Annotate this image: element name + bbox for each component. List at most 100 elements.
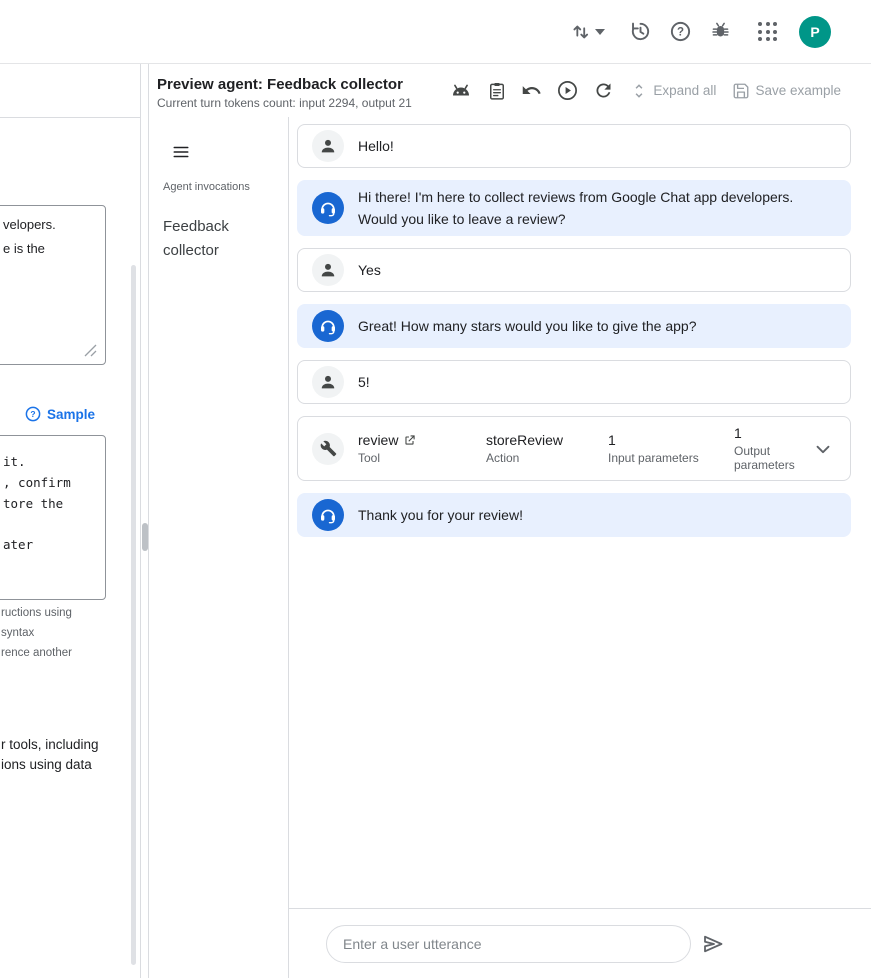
save-example-label: Save example bbox=[755, 83, 841, 98]
sample-link[interactable]: ? Sample bbox=[25, 406, 95, 422]
global-topbar: ? P bbox=[0, 0, 871, 64]
tool-avatar bbox=[312, 433, 344, 465]
message-text: 5! bbox=[358, 371, 370, 393]
agent-avatar bbox=[312, 310, 344, 342]
person-icon bbox=[318, 136, 338, 156]
history-icon bbox=[629, 20, 652, 43]
token-count-text: Current turn tokens count: input 2294, o… bbox=[157, 96, 412, 110]
sample-link-label: Sample bbox=[47, 407, 95, 422]
agent-settings-panel: velopers. e is the ? Sample it. , confir… bbox=[0, 64, 140, 978]
unfold-more-icon bbox=[630, 82, 648, 100]
headset-icon bbox=[318, 505, 338, 525]
user-message: Hello! bbox=[297, 124, 851, 168]
expand-all-button[interactable]: Expand all bbox=[630, 82, 716, 100]
tool-action-name: storeReview bbox=[486, 432, 594, 448]
expand-all-label: Expand all bbox=[653, 83, 716, 98]
preview-body: Agent invocations Feedback collector bbox=[149, 117, 871, 978]
help-icon: ? bbox=[669, 20, 692, 43]
panel-resize-handle[interactable] bbox=[142, 523, 148, 551]
user-avatar bbox=[312, 366, 344, 398]
agent-bot-button[interactable] bbox=[449, 79, 473, 103]
instructions-hint-fragment: syntax bbox=[1, 627, 34, 639]
goal-text-fragment: velopers. bbox=[3, 217, 56, 232]
undo-icon bbox=[521, 80, 542, 101]
message-text: Great! How many stars would you like to … bbox=[358, 315, 697, 337]
expand-tool-button[interactable] bbox=[812, 438, 834, 460]
goal-text-fragment: e is the bbox=[3, 241, 45, 256]
chevron-down-icon bbox=[812, 438, 834, 460]
message-text: Thank you for your review! bbox=[358, 504, 523, 526]
tool-action-column: storeReview Action bbox=[486, 432, 594, 465]
preview-toolbar: Expand all Save example bbox=[435, 79, 871, 103]
sidebar-item-feedback-collector[interactable]: Feedback collector bbox=[163, 215, 267, 263]
chat-column: Hello! bbox=[289, 117, 871, 978]
menu-button[interactable] bbox=[171, 143, 191, 161]
tool-name[interactable]: review bbox=[358, 432, 398, 448]
undo-button[interactable] bbox=[521, 80, 542, 101]
instructions-fragment: , confirm bbox=[3, 475, 71, 490]
message-text: Hello! bbox=[358, 135, 394, 157]
instructions-hint-fragment: rence another bbox=[1, 647, 72, 659]
agent-message: Thank you for your review! bbox=[297, 493, 851, 537]
invocations-sidebar: Agent invocations Feedback collector bbox=[149, 117, 289, 978]
preview-header: Preview agent: Feedback collector Curren… bbox=[149, 64, 871, 117]
tools-paragraph-fragment: ions using data bbox=[1, 757, 92, 772]
tool-input-count: 1 bbox=[608, 432, 720, 448]
sort-arrows-icon bbox=[570, 21, 592, 43]
tool-icon bbox=[320, 440, 337, 457]
user-avatar bbox=[312, 254, 344, 286]
agent-avatar bbox=[312, 499, 344, 531]
headset-icon bbox=[318, 198, 338, 218]
play-button[interactable] bbox=[556, 79, 579, 102]
apps-grid-button[interactable] bbox=[758, 22, 777, 41]
tool-input-column: 1 Input parameters bbox=[608, 432, 720, 465]
svg-text:?: ? bbox=[30, 409, 35, 419]
save-example-button[interactable]: Save example bbox=[732, 82, 841, 100]
transcript-button[interactable] bbox=[487, 81, 507, 101]
instructions-fragment: it. bbox=[3, 454, 26, 469]
tool-name-column: review Tool bbox=[358, 432, 472, 465]
tool-output-column: 1 Output parameters bbox=[734, 425, 798, 472]
open-in-new-icon[interactable] bbox=[403, 434, 416, 447]
tool-input-sublabel: Input parameters bbox=[608, 451, 720, 465]
user-message: 5! bbox=[297, 360, 851, 404]
left-panel-divider bbox=[0, 117, 140, 118]
tools-paragraph-fragment: r tools, including bbox=[1, 737, 99, 752]
tool-action-sublabel: Action bbox=[486, 451, 594, 465]
utterance-input[interactable] bbox=[326, 925, 691, 963]
preview-agent-panel: Preview agent: Feedback collector Curren… bbox=[149, 64, 871, 978]
help-button[interactable]: ? bbox=[669, 20, 692, 43]
conversation-list: Hello! bbox=[289, 117, 871, 908]
app-root: ? P velopers. e is the bbox=[0, 0, 871, 978]
restart-button[interactable] bbox=[593, 80, 614, 101]
agent-invocations-label: Agent invocations bbox=[163, 181, 288, 193]
bug-report-icon bbox=[709, 20, 732, 43]
tool-invocation-card[interactable]: review Tool store bbox=[297, 416, 851, 481]
bug-report-button[interactable] bbox=[709, 20, 732, 43]
user-avatar bbox=[312, 130, 344, 162]
instructions-fragment: ater bbox=[3, 537, 33, 552]
textarea-resize-gripper[interactable] bbox=[84, 344, 97, 357]
left-panel-scrollbar[interactable] bbox=[131, 265, 136, 965]
sort-arrows-button[interactable] bbox=[570, 21, 605, 43]
user-message: Yes bbox=[297, 248, 851, 292]
agent-avatar bbox=[312, 192, 344, 224]
play-circle-icon bbox=[556, 79, 579, 102]
person-icon bbox=[318, 260, 338, 280]
instructions-hint-fragment: ructions using bbox=[1, 607, 72, 619]
headset-icon bbox=[318, 316, 338, 336]
chevron-down-icon bbox=[595, 29, 605, 35]
svg-text:?: ? bbox=[677, 27, 684, 39]
account-avatar[interactable]: P bbox=[799, 16, 831, 48]
help-circle-icon: ? bbox=[25, 406, 41, 422]
history-button[interactable] bbox=[629, 20, 652, 43]
clipboard-icon bbox=[487, 81, 507, 101]
panel-divider bbox=[140, 64, 141, 978]
agent-message: Hi there! I'm here to collect reviews fr… bbox=[297, 180, 851, 236]
utterance-input-bar bbox=[289, 908, 871, 978]
tool-output-sublabel: Output parameters bbox=[734, 444, 798, 472]
send-button[interactable] bbox=[701, 932, 725, 956]
hamburger-icon bbox=[171, 143, 191, 161]
message-text: Hi there! I'm here to collect reviews fr… bbox=[358, 186, 834, 230]
send-icon bbox=[701, 932, 725, 956]
